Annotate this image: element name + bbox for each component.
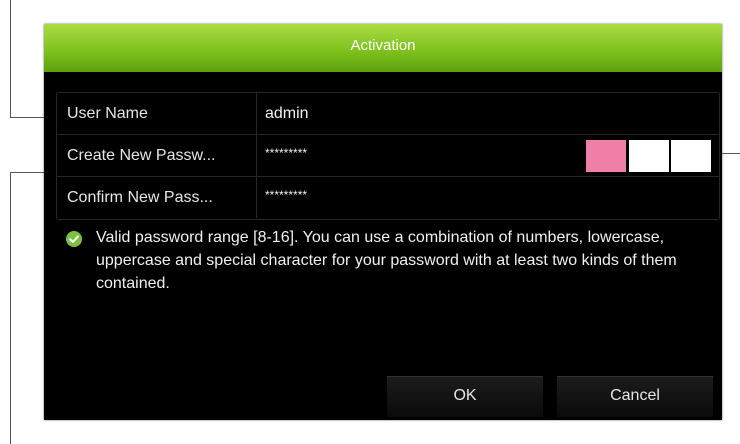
ok-button[interactable]: OK [387, 376, 543, 417]
new-password-label: Create New Passw... [67, 147, 216, 164]
column-divider [256, 93, 257, 134]
activation-dialog: Activation User Name admin Create New Pa… [44, 24, 722, 420]
new-password-field[interactable]: ********* [265, 135, 575, 176]
column-divider [256, 177, 257, 218]
activation-form: User Name admin Create New Passw... ****… [56, 92, 720, 220]
confirm-password-row: Confirm New Pass... ********* [57, 177, 719, 218]
username-label: User Name [67, 105, 148, 122]
dialog-title: Activation [44, 24, 722, 72]
check-circle-icon [66, 231, 82, 247]
username-row: User Name admin [57, 93, 719, 135]
password-hint-text: Valid password range [8-16]. You can use… [96, 229, 677, 292]
password-strength-segment-3 [671, 140, 711, 172]
confirm-password-field[interactable]: ********* [265, 177, 705, 218]
username-field[interactable]: admin [265, 93, 705, 134]
password-strength-segment-2 [629, 140, 669, 172]
callout-line-password-left [10, 172, 11, 444]
cancel-button[interactable]: Cancel [557, 376, 713, 417]
column-divider [256, 135, 257, 176]
new-password-row: Create New Passw... ********* [57, 135, 719, 177]
manual-page: Activation User Name admin Create New Pa… [0, 0, 740, 444]
confirm-password-label: Confirm New Pass... [67, 189, 213, 206]
callout-line-top-left [10, 0, 11, 118]
password-strength-segment-1 [586, 140, 626, 172]
